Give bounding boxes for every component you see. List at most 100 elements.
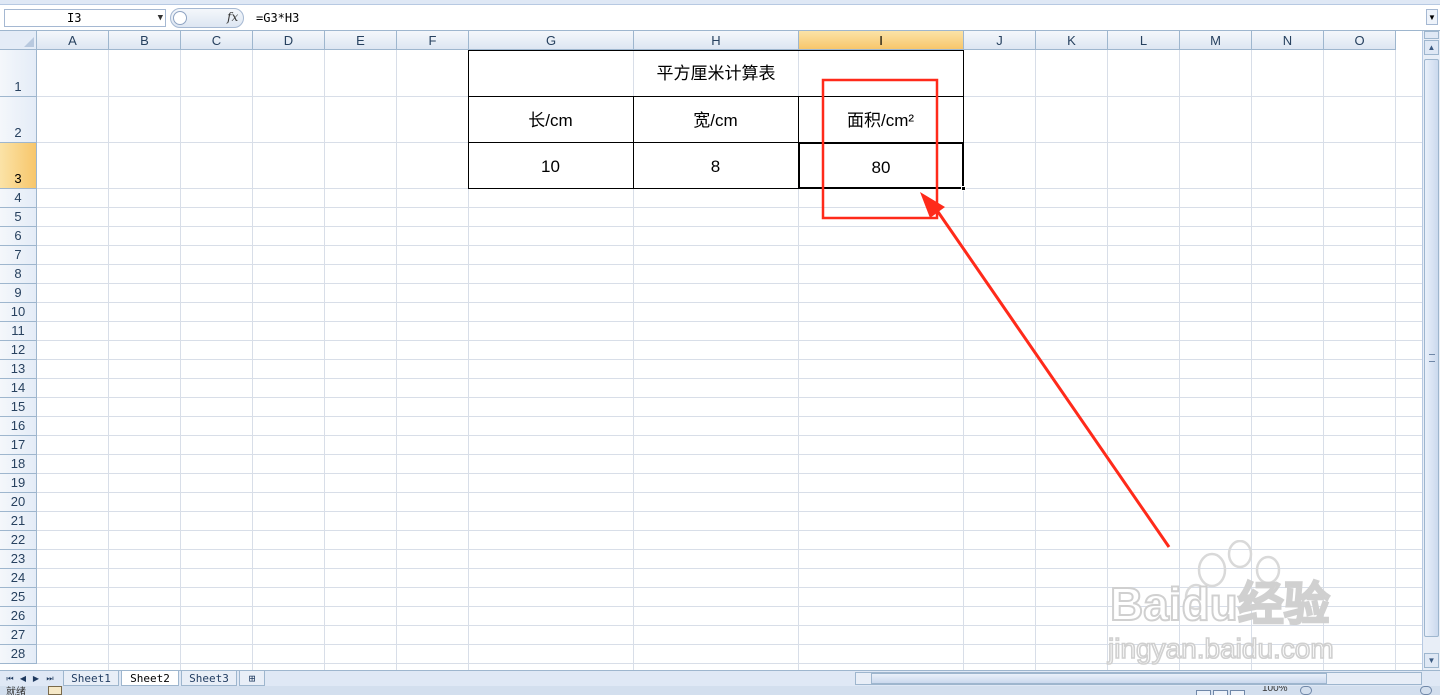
gridline-horizontal xyxy=(37,625,1422,626)
row-header-label: 5 xyxy=(14,209,22,224)
gridline-vertical xyxy=(396,50,397,670)
horizontal-scroll-thumb[interactable] xyxy=(871,673,1327,684)
horizontal-scrollbar[interactable] xyxy=(855,672,1422,685)
row-header-label: 9 xyxy=(14,285,22,300)
column-header-k[interactable]: K xyxy=(1036,31,1108,50)
scroll-up-button[interactable]: ▲ xyxy=(1424,40,1439,55)
column-header-j[interactable]: J xyxy=(964,31,1036,50)
row-header-11[interactable]: 11 xyxy=(0,322,37,341)
gridline-vertical xyxy=(1395,50,1396,670)
row-header-1[interactable]: 1 xyxy=(0,50,37,97)
expand-formula-bar-button[interactable]: ▼ xyxy=(1426,9,1438,25)
header-cell-area[interactable]: 面积/cm² xyxy=(798,96,963,143)
split-handle[interactable] xyxy=(1424,31,1439,39)
row-header-15[interactable]: 15 xyxy=(0,398,37,417)
first-sheet-icon[interactable]: ⏮ xyxy=(4,672,16,685)
row-header-17[interactable]: 17 xyxy=(0,436,37,455)
resize-handle-icon[interactable] xyxy=(173,11,187,25)
sheet-tab-1[interactable]: Sheet1 xyxy=(63,671,119,686)
row-header-9[interactable]: 9 xyxy=(0,284,37,303)
status-bar: 就绪 100% xyxy=(0,686,1440,695)
column-header-a[interactable]: A xyxy=(37,31,109,50)
fill-handle[interactable] xyxy=(961,186,966,191)
page-layout-view-icon[interactable] xyxy=(1213,690,1228,695)
row-header-label: 22 xyxy=(10,532,26,547)
header-cell-width[interactable]: 宽/cm xyxy=(633,96,799,143)
zoom-level[interactable]: 100% xyxy=(1262,686,1288,694)
select-all-button[interactable] xyxy=(0,31,37,50)
value-cell-area-selected[interactable]: 80 xyxy=(798,142,964,189)
row-header-28[interactable]: 28 xyxy=(0,645,37,664)
row-header-22[interactable]: 22 xyxy=(0,531,37,550)
row-header-3[interactable]: 3 xyxy=(0,143,37,189)
column-header-o[interactable]: O xyxy=(1324,31,1396,50)
row-header-19[interactable]: 19 xyxy=(0,474,37,493)
vertical-scrollbar[interactable]: ▲ ▼ xyxy=(1422,31,1440,670)
row-header-25[interactable]: 25 xyxy=(0,588,37,607)
row-header-label: 1 xyxy=(14,79,22,94)
column-header-e[interactable]: E xyxy=(325,31,397,50)
worksheet-grid[interactable]: ABCDEFGHIJKLMNO 1 2 3 4 5 6 7 8 9 10 11 12 13 14 15 16 1… xyxy=(0,31,1422,670)
row-header-8[interactable]: 8 xyxy=(0,265,37,284)
row-header-26[interactable]: 26 xyxy=(0,607,37,626)
gridline-horizontal xyxy=(37,568,1422,569)
row-header-12[interactable]: 12 xyxy=(0,341,37,360)
row-header-27[interactable]: 27 xyxy=(0,626,37,645)
header-cell-length[interactable]: 长/cm xyxy=(468,96,634,143)
insert-function-control[interactable]: fx xyxy=(170,8,244,28)
column-header-m[interactable]: M xyxy=(1180,31,1252,50)
insert-sheet-icon[interactable]: ⊞ xyxy=(239,671,265,686)
column-header-l[interactable]: L xyxy=(1108,31,1180,50)
page-break-view-icon[interactable] xyxy=(1230,690,1245,695)
gridline-horizontal xyxy=(37,378,1422,379)
normal-view-icon[interactable] xyxy=(1196,690,1211,695)
macro-record-icon[interactable] xyxy=(48,686,62,695)
row-header-20[interactable]: 20 xyxy=(0,493,37,512)
column-header-d[interactable]: D xyxy=(253,31,325,50)
row-header-label: 20 xyxy=(10,494,26,509)
row-header-21[interactable]: 21 xyxy=(0,512,37,531)
row-header-4[interactable]: 4 xyxy=(0,189,37,208)
gridline-vertical xyxy=(1179,50,1180,670)
gridline-vertical xyxy=(1323,50,1324,670)
column-header-b[interactable]: B xyxy=(109,31,181,50)
row-header-7[interactable]: 7 xyxy=(0,246,37,265)
zoom-in-icon[interactable] xyxy=(1420,686,1432,695)
gridline-vertical xyxy=(1107,50,1108,670)
column-header-f[interactable]: F xyxy=(397,31,469,50)
row-header-16[interactable]: 16 xyxy=(0,417,37,436)
sheet-tab-2[interactable]: Sheet2 xyxy=(121,671,179,686)
row-header-label: 17 xyxy=(10,437,26,452)
column-header-h[interactable]: H xyxy=(634,31,799,50)
column-header-i[interactable]: I xyxy=(799,31,964,50)
row-header-13[interactable]: 13 xyxy=(0,360,37,379)
row-header-label: 16 xyxy=(10,418,26,433)
row-header-10[interactable]: 10 xyxy=(0,303,37,322)
row-header-6[interactable]: 6 xyxy=(0,227,37,246)
fx-icon[interactable]: fx xyxy=(227,10,238,24)
gridline-vertical xyxy=(180,50,181,670)
row-header-23[interactable]: 23 xyxy=(0,550,37,569)
chevron-down-icon[interactable]: ▼ xyxy=(158,10,163,26)
row-header-24[interactable]: 24 xyxy=(0,569,37,588)
scroll-thumb[interactable] xyxy=(1424,59,1439,637)
formula-input[interactable]: =G3*H3 xyxy=(250,9,1422,27)
scroll-down-button[interactable]: ▼ xyxy=(1424,653,1439,668)
gridline-horizontal xyxy=(37,492,1422,493)
column-header-n[interactable]: N xyxy=(1252,31,1324,50)
prev-sheet-icon[interactable]: ◀ xyxy=(17,672,29,685)
row-header-14[interactable]: 14 xyxy=(0,379,37,398)
zoom-out-icon[interactable] xyxy=(1300,686,1312,695)
row-header-5[interactable]: 5 xyxy=(0,208,37,227)
column-header-g[interactable]: G xyxy=(469,31,634,50)
value-cell-length[interactable]: 10 xyxy=(468,142,634,189)
sheet-tab-3[interactable]: Sheet3 xyxy=(181,671,237,686)
table-title-cell[interactable]: 平方厘米计算表 xyxy=(469,51,963,96)
column-header-c[interactable]: C xyxy=(181,31,253,50)
last-sheet-icon[interactable]: ⏭ xyxy=(44,672,56,685)
row-header-18[interactable]: 18 xyxy=(0,455,37,474)
name-box[interactable]: I3 ▼ xyxy=(4,9,166,27)
next-sheet-icon[interactable]: ▶ xyxy=(30,672,42,685)
row-header-2[interactable]: 2 xyxy=(0,97,37,143)
value-cell-width[interactable]: 8 xyxy=(633,142,799,189)
